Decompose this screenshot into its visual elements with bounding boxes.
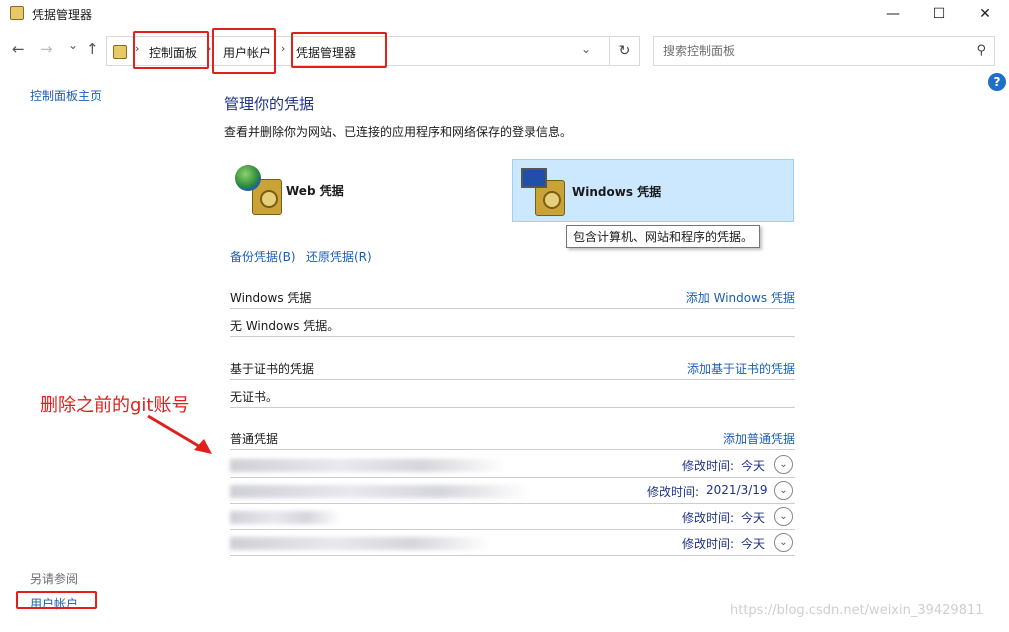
generic-credentials-header: 普通凭据 添加普通凭据 <box>230 430 795 450</box>
generic-credential-row[interactable]: 修改时间: 今天 ⌄ <box>230 452 795 478</box>
watermark: https://blog.csdn.net/weixin_39429811 <box>730 603 984 618</box>
modified-value: 今天 <box>741 511 766 525</box>
up-icon[interactable]: ↑ <box>86 40 99 58</box>
web-credentials-label: Web 凭据 <box>286 184 344 198</box>
annotation-box-credential-manager <box>291 32 387 68</box>
certificate-credentials-empty-row: 无证书。 <box>230 382 795 408</box>
title-bar: 凭据管理器 — ☐ ✕ <box>0 0 1009 28</box>
see-also-heading: 另请参阅 <box>30 572 79 586</box>
tooltip: 包含计算机、网站和程序的凭据。 <box>566 225 761 248</box>
annotation-box-sidebar-user <box>16 591 97 609</box>
generic-credential-row[interactable]: 修改时间: 2021/3/19 ⌄ <box>230 478 795 504</box>
empty-message: 无 Windows 凭据。 <box>230 319 340 333</box>
breadcrumb-separator[interactable]: › <box>281 42 285 55</box>
maximize-button[interactable]: ☐ <box>916 0 962 28</box>
search-icon[interactable]: ⚲ <box>976 43 986 58</box>
windows-credentials-header: Windows 凭据 添加 Windows 凭据 <box>230 289 795 309</box>
add-certificate-credential-link[interactable]: 添加基于证书的凭据 <box>687 360 795 377</box>
certificate-credentials-header: 基于证书的凭据 添加基于证书的凭据 <box>230 360 795 380</box>
back-icon[interactable]: ← <box>12 40 25 58</box>
computer-icon <box>521 168 547 188</box>
modified-label: 修改时间: <box>682 511 735 525</box>
generic-credential-row[interactable]: 修改时间: 今天 ⌄ <box>230 530 795 556</box>
annotation-box-control-panel <box>133 31 209 69</box>
section-name: 普通凭据 <box>230 432 279 446</box>
section-name: Windows 凭据 <box>230 291 312 305</box>
windows-credentials-label: Windows 凭据 <box>572 185 662 199</box>
modified-label: 修改时间: <box>682 537 735 551</box>
modified-label: 修改时间: <box>647 485 700 499</box>
windows-credentials-tile[interactable]: Windows 凭据 <box>512 159 794 222</box>
redacted-credential-name <box>230 511 340 524</box>
generic-credential-row[interactable]: 修改时间: 今天 ⌄ <box>230 504 795 530</box>
refresh-icon[interactable]: ↻ <box>609 37 639 65</box>
backup-credentials-link[interactable]: 备份凭据(B) <box>230 248 296 265</box>
add-generic-credential-link[interactable]: 添加普通凭据 <box>723 430 795 447</box>
modified-value: 2021/3/19 <box>706 483 768 497</box>
annotation-box-user-accounts <box>212 28 276 74</box>
redacted-credential-name <box>230 459 505 472</box>
forward-icon[interactable]: → <box>40 40 53 58</box>
page-description: 查看并删除你为网站、已连接的应用程序和网络保存的登录信息。 <box>224 125 573 139</box>
modified-value: 今天 <box>741 537 766 551</box>
page-title: 管理你的凭据 <box>224 95 315 113</box>
web-credentials-tile[interactable]: Web 凭据 <box>230 159 500 222</box>
chevron-down-icon[interactable]: ⌄ <box>774 533 793 552</box>
modified-value: 今天 <box>741 459 766 473</box>
windows-credentials-empty-row: 无 Windows 凭据。 <box>230 311 795 337</box>
sidebar-control-panel-home[interactable]: 控制面板主页 <box>30 87 102 104</box>
annotation-arrow-icon <box>147 414 212 454</box>
window-title: 凭据管理器 <box>32 8 93 22</box>
chevron-down-icon[interactable]: ⌄ <box>774 481 793 500</box>
minimize-button[interactable]: — <box>870 0 916 28</box>
restore-credentials-link[interactable]: 还原凭据(R) <box>306 248 372 265</box>
chevron-down-icon[interactable]: ⌄ <box>774 455 793 474</box>
modified-label: 修改时间: <box>682 459 735 473</box>
search-input[interactable] <box>654 37 954 65</box>
empty-message: 无证书。 <box>230 390 279 404</box>
search-box[interactable]: ⚲ <box>653 36 995 66</box>
section-name: 基于证书的凭据 <box>230 362 315 376</box>
recent-locations-icon[interactable]: ⌄ <box>68 38 78 52</box>
credential-manager-icon <box>10 6 24 20</box>
help-icon[interactable]: ? <box>988 73 1006 91</box>
address-dropdown-icon[interactable]: ⌄ <box>581 42 591 56</box>
close-button[interactable]: ✕ <box>962 0 1008 28</box>
redacted-credential-name <box>230 485 530 498</box>
add-windows-credential-link[interactable]: 添加 Windows 凭据 <box>686 289 795 306</box>
control-panel-icon <box>113 45 127 59</box>
chevron-down-icon[interactable]: ⌄ <box>774 507 793 526</box>
redacted-credential-name <box>230 537 490 550</box>
globe-icon <box>235 165 261 191</box>
